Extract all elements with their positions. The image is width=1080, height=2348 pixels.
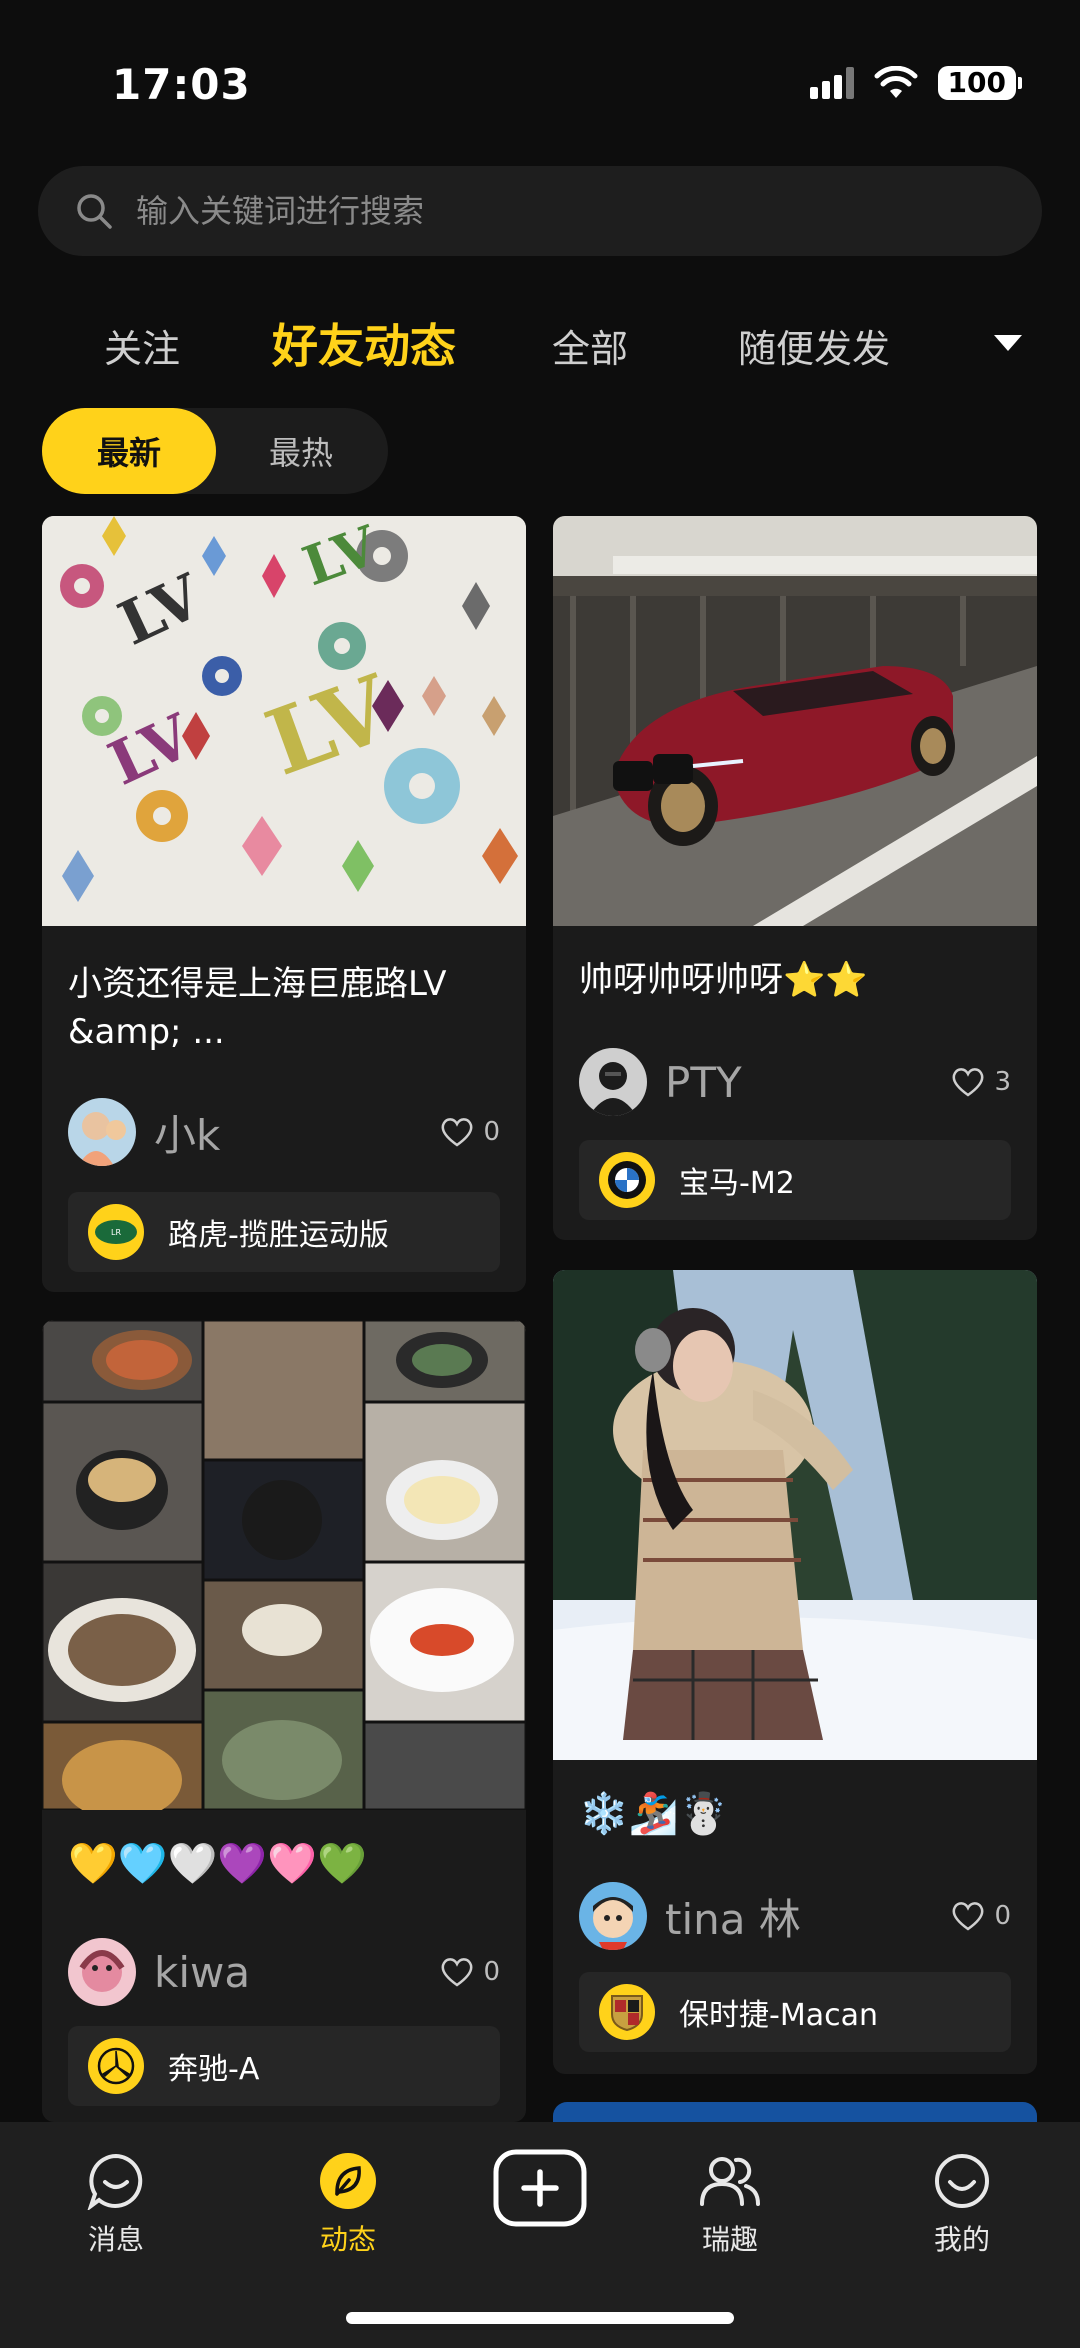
sort-toggle: 最新 最热 [42,408,388,494]
mercedes-logo-icon [88,2038,144,2094]
tabs-dropdown-button[interactable] [962,304,1054,384]
home-indicator[interactable] [346,2312,734,2324]
car-tag[interactable]: 宝马-M2 [579,1140,1011,1220]
post-card[interactable]: 💛🩵🤍💜🩷💚 kiwa 0 奔驰-A [42,1320,526,2122]
avatar[interactable] [68,1098,136,1166]
avatar[interactable] [579,1882,647,1950]
nav-label: 消息 [87,2223,144,2256]
add-post-icon [493,2149,587,2227]
search-icon [77,194,112,229]
status-time: 17:03 [112,60,251,109]
car-tag[interactable]: 保时捷-Macan [579,1972,1011,2052]
land-rover-logo-icon: LR [88,1204,144,1260]
like-button[interactable]: 0 [439,1956,500,1988]
nav-feed[interactable]: 动态 [268,2152,428,2258]
leaf-icon [320,2153,376,2209]
heart-icon [442,1958,473,1987]
svg-text:LR: LR [111,1228,121,1237]
post-title: 💛🩵🤍💜🩷💚 [68,1841,367,1887]
car-tag[interactable]: LR 路虎-揽胜运动版 [68,1192,500,1272]
author-name: PTY [665,1057,742,1107]
battery-icon: 100 [937,66,1022,100]
nav-profile[interactable]: 我的 [882,2152,1042,2258]
battery-level: 100 [937,66,1016,100]
snow-portrait-image [553,1270,1037,1760]
signal-icon [809,67,854,99]
sort-hottest[interactable]: 最热 [214,408,388,494]
post-author[interactable]: kiwa [68,1938,250,2006]
people-icon [700,2157,760,2206]
status-icons: 100 [809,66,1022,100]
car-tag[interactable]: 奔驰-A [68,2026,500,2106]
post-image[interactable] [42,1320,526,1810]
porsche-logo-icon [599,1984,655,2040]
author-name: kiwa [154,1947,251,1997]
tab-friends-feed[interactable]: 好友动态 [272,310,456,376]
post-image[interactable] [553,516,1037,926]
nav-community[interactable]: 瑞趣 [650,2152,810,2258]
red-bmw-car-image [553,516,1037,926]
like-count: 0 [483,1957,500,1987]
nav-label: 动态 [319,2223,376,2256]
sort-latest[interactable]: 最新 [42,408,216,494]
like-count: 0 [483,1117,500,1147]
like-button[interactable]: 3 [950,1066,1011,1098]
avatar[interactable] [579,1048,647,1116]
author-name: tina 林 [665,1894,801,1944]
post-author[interactable]: 小k [68,1098,220,1166]
post-card[interactable]: LV LV LV LV 小资还得是上海巨鹿路LV &amp; ... 小k 0 … [42,516,526,1292]
monogram-art-image: LV LV LV LV [42,516,526,926]
like-count: 3 [994,1067,1011,1097]
post-title: 小资还得是上海巨鹿路LV &amp; ... [68,964,447,1052]
nav-create-post[interactable] [460,2148,620,2228]
post-author[interactable]: PTY [579,1048,742,1116]
car-name: 宝马-M2 [679,1166,795,1201]
tab-all[interactable]: 全部 [552,318,628,373]
like-button[interactable]: 0 [950,1900,1011,1932]
heart-icon [953,1068,984,1097]
avatar[interactable] [68,1938,136,2006]
smiley-icon [935,2154,989,2208]
post-title: 帅呀帅呀帅呀⭐⭐ [579,960,868,1000]
like-count: 0 [994,1901,1011,1931]
heart-icon [953,1902,984,1931]
post-image[interactable] [553,1270,1037,1760]
car-name: 保时捷-Macan [679,1998,878,2033]
car-name: 奔驰-A [168,2052,260,2087]
bmw-logo-icon [599,1152,655,1208]
car-name: 路虎-揽胜运动版 [168,1218,389,1253]
search-bar[interactable] [38,166,1042,256]
chat-bubble-icon [87,2153,143,2210]
post-title: ❄️🏂☃️ [579,1791,729,1837]
triangle-down-icon [994,335,1022,351]
post-card[interactable]: 帅呀帅呀帅呀⭐⭐ PTY 3 宝马-M2 [553,516,1037,1240]
tab-following[interactable]: 关注 [104,318,180,373]
nav-messages[interactable]: 消息 [36,2152,196,2258]
tab-casual[interactable]: 随便发发 [738,318,890,373]
post-author[interactable]: tina 林 [579,1882,801,1950]
wifi-icon [874,66,918,98]
nav-label: 瑞趣 [701,2223,758,2256]
food-collage-image [42,1320,526,1810]
heart-icon [442,1118,473,1147]
category-tabs: 关注 好友动态 全部 随便发发 [0,300,1080,390]
post-image[interactable]: LV LV LV LV [42,516,526,926]
like-button[interactable]: 0 [439,1116,500,1148]
author-name: 小k [154,1110,221,1160]
nav-label: 我的 [933,2223,990,2256]
post-card[interactable]: ❄️🏂☃️ tina 林 0 保时捷-Macan [553,1270,1037,2074]
status-bar: 17:03 100 [0,0,1080,160]
search-input[interactable] [136,192,936,230]
